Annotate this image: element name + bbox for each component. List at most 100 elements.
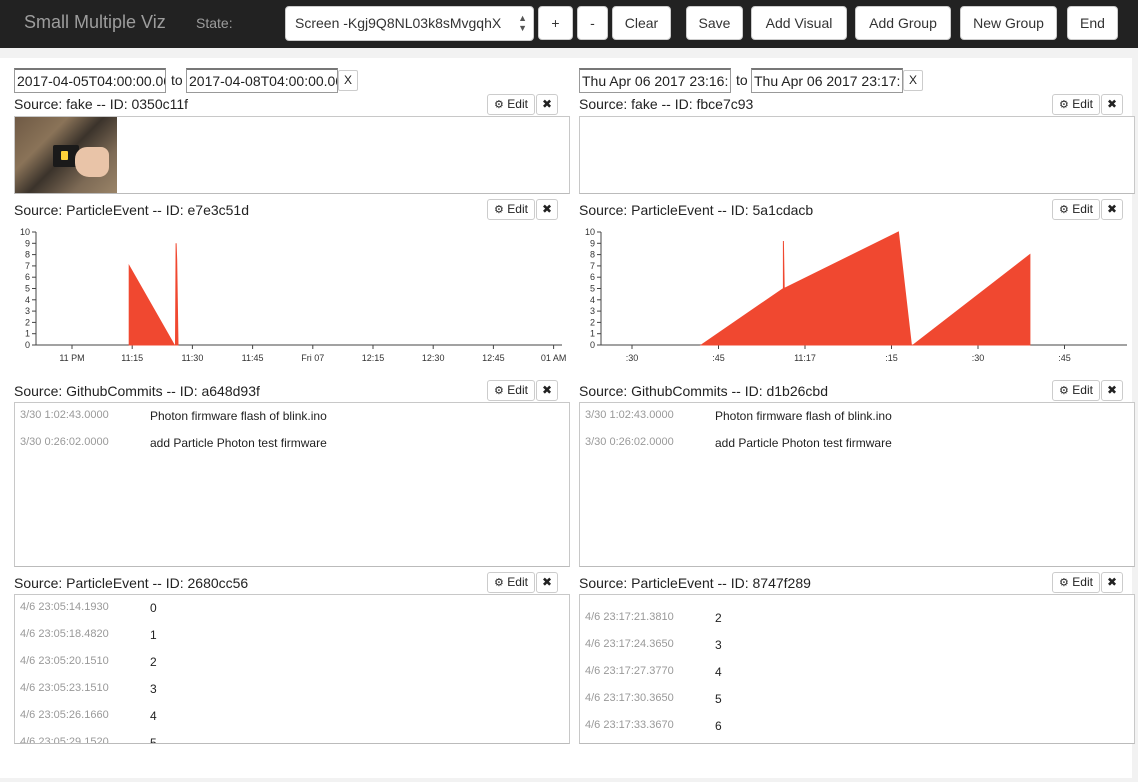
event-timestamp: 4/6 23:17:27.3770 bbox=[585, 665, 674, 677]
event-timestamp: 4/6 23:05:26.1660 bbox=[20, 709, 109, 721]
commits-panel: 3/30 1:02:43.0000 Photon firmware flash o… bbox=[579, 402, 1135, 567]
series-area bbox=[128, 243, 179, 346]
y-tick-label: 6 bbox=[590, 272, 595, 282]
y-tick-label: 3 bbox=[590, 306, 595, 316]
edit-button[interactable]: ⚙ Edit bbox=[487, 199, 535, 220]
event-value: 5 bbox=[150, 736, 157, 744]
video-thumbnail[interactable] bbox=[15, 117, 117, 193]
event-timestamp: 4/6 23:05:23.1510 bbox=[20, 682, 109, 694]
y-tick-label: 8 bbox=[25, 250, 30, 260]
date-from-input[interactable]: Thu Apr 06 2017 23:16: bbox=[579, 68, 731, 93]
close-visual-button[interactable]: ✖ bbox=[536, 94, 558, 115]
visual-source-label: Source: ParticleEvent -- ID: 5a1cdacb bbox=[579, 202, 814, 218]
add-group-button[interactable]: Add Group bbox=[855, 6, 951, 40]
y-tick-label: 5 bbox=[25, 284, 30, 294]
y-tick-label: 3 bbox=[25, 306, 30, 316]
visual-source-label: Source: ParticleEvent -- ID: e7e3c51d bbox=[14, 202, 250, 218]
video-panel bbox=[14, 116, 570, 194]
event-chart[interactable]: 01 2345 678 910:30:45 11:17:15:30:45 bbox=[579, 224, 1135, 370]
clear-range-button[interactable]: X bbox=[903, 70, 923, 91]
app-brand[interactable]: Small Multiple Viz bbox=[24, 12, 166, 33]
commit-timestamp: 3/30 0:26:02.0000 bbox=[20, 436, 109, 448]
event-value: 3 bbox=[150, 682, 157, 696]
top-navbar: Small Multiple Viz State: Screen -Kgj9Q8… bbox=[0, 0, 1138, 48]
event-value: 4 bbox=[150, 709, 157, 723]
y-tick-label: 4 bbox=[590, 295, 595, 305]
edit-button[interactable]: ⚙ Edit bbox=[487, 572, 535, 593]
edit-label: Edit bbox=[1072, 383, 1093, 397]
close-visual-button[interactable]: ✖ bbox=[1101, 380, 1123, 401]
y-tick-label: 7 bbox=[25, 261, 30, 271]
x-tick-label: :45 bbox=[712, 353, 725, 363]
y-tick-label: 1 bbox=[590, 329, 595, 339]
event-timestamp: 4/6 23:17:33.3670 bbox=[585, 719, 674, 731]
led-shape bbox=[61, 151, 68, 160]
gear-icon: ⚙ bbox=[494, 577, 504, 589]
edit-button[interactable]: ⚙ Edit bbox=[1052, 94, 1100, 115]
y-tick-label: 5 bbox=[590, 284, 595, 294]
event-value: 4 bbox=[715, 665, 722, 679]
end-button[interactable]: End bbox=[1067, 6, 1118, 40]
event-value: 2 bbox=[715, 611, 722, 625]
x-tick-label: :30 bbox=[972, 353, 985, 363]
x-tick-label: 01 AM bbox=[541, 353, 567, 363]
clear-range-button[interactable]: X bbox=[338, 70, 358, 91]
x-tick-label: 11:30 bbox=[181, 353, 203, 363]
date-from-input[interactable]: 2017-04-05T04:00:00.000 bbox=[14, 68, 166, 93]
add-visual-button[interactable]: Add Visual bbox=[751, 6, 847, 40]
date-to-input[interactable]: 2017-04-08T04:00:00.000 bbox=[186, 68, 338, 93]
edit-button[interactable]: ⚙ Edit bbox=[487, 94, 535, 115]
visual-source-label: Source: GithubCommits -- ID: a648d93f bbox=[14, 383, 260, 399]
new-group-button[interactable]: New Group bbox=[960, 6, 1057, 40]
select-arrows-icon: ▲ ▼ bbox=[518, 13, 527, 33]
close-visual-button[interactable]: ✖ bbox=[536, 199, 558, 220]
y-tick-label: 2 bbox=[25, 317, 30, 327]
events-panel: 4/6 23:05:14.1930 0 4/6 23:05:18.4820 1 4/… bbox=[14, 594, 570, 744]
event-timestamp: 4/6 23:17:21.3810 bbox=[585, 611, 674, 623]
x-tick-label: 12:15 bbox=[362, 353, 385, 363]
date-to-label: to bbox=[171, 72, 183, 88]
close-visual-button[interactable]: ✖ bbox=[1101, 199, 1123, 220]
event-chart[interactable]: 01 2345 678 910 11 PM 11:15 11:30 11:45 Fri 07 12… bbox=[14, 224, 570, 370]
close-visual-button[interactable]: ✖ bbox=[1101, 572, 1123, 593]
state-select-value: Screen -Kgj9Q8NL03k8sMvgqhX bbox=[295, 15, 502, 31]
event-timestamp: 4/6 23:17:30.3650 bbox=[585, 692, 674, 704]
x-tick-label: :15 bbox=[885, 353, 898, 363]
y-tick-label: 9 bbox=[590, 238, 595, 248]
clear-button[interactable]: Clear bbox=[612, 6, 671, 40]
add-state-button[interactable]: + bbox=[538, 6, 573, 40]
state-select[interactable]: Screen -Kgj9Q8NL03k8sMvgqhX ▲ ▼ bbox=[285, 6, 534, 41]
gear-icon: ⚙ bbox=[1059, 577, 1069, 589]
y-tick-label: 1 bbox=[25, 329, 30, 339]
x-tick-label: :45 bbox=[1058, 353, 1071, 363]
x-tick-label: 11 PM bbox=[59, 353, 84, 363]
x-tick-label: 11:45 bbox=[242, 353, 264, 363]
visual-source-label: Source: ParticleEvent -- ID: 2680cc56 bbox=[14, 575, 249, 591]
commit-message: Photon firmware flash of blink.ino bbox=[715, 409, 892, 423]
close-visual-button[interactable]: ✖ bbox=[1101, 94, 1123, 115]
visual-source-label: Source: GithubCommits -- ID: d1b26cbd bbox=[579, 383, 828, 399]
x-tick-label: 11:15 bbox=[121, 353, 143, 363]
y-tick-label: 0 bbox=[25, 340, 30, 350]
close-visual-button[interactable]: ✖ bbox=[536, 380, 558, 401]
remove-state-button[interactable]: - bbox=[577, 6, 608, 40]
event-timestamp: 4/6 23:05:20.1510 bbox=[20, 655, 109, 667]
visual-source-label: Source: ParticleEvent -- ID: 8747f289 bbox=[579, 575, 811, 591]
edit-label: Edit bbox=[507, 575, 528, 589]
edit-button[interactable]: ⚙ Edit bbox=[487, 380, 535, 401]
x-tick-label: 12:30 bbox=[422, 353, 445, 363]
commits-panel: 3/30 1:02:43.0000 Photon firmware flash o… bbox=[14, 402, 570, 567]
close-visual-button[interactable]: ✖ bbox=[536, 572, 558, 593]
edit-button[interactable]: ⚙ Edit bbox=[1052, 380, 1100, 401]
event-value: 5 bbox=[715, 692, 722, 706]
date-to-input[interactable]: Thu Apr 06 2017 23:17: bbox=[751, 68, 903, 93]
gear-icon: ⚙ bbox=[494, 99, 504, 111]
y-tick-label: 9 bbox=[25, 238, 30, 248]
gear-icon: ⚙ bbox=[494, 204, 504, 216]
edit-button[interactable]: ⚙ Edit bbox=[1052, 199, 1100, 220]
save-button[interactable]: Save bbox=[686, 6, 743, 40]
y-tick-label: 6 bbox=[25, 272, 30, 282]
video-panel bbox=[579, 116, 1135, 194]
event-value: 1 bbox=[150, 628, 157, 642]
edit-button[interactable]: ⚙ Edit bbox=[1052, 572, 1100, 593]
